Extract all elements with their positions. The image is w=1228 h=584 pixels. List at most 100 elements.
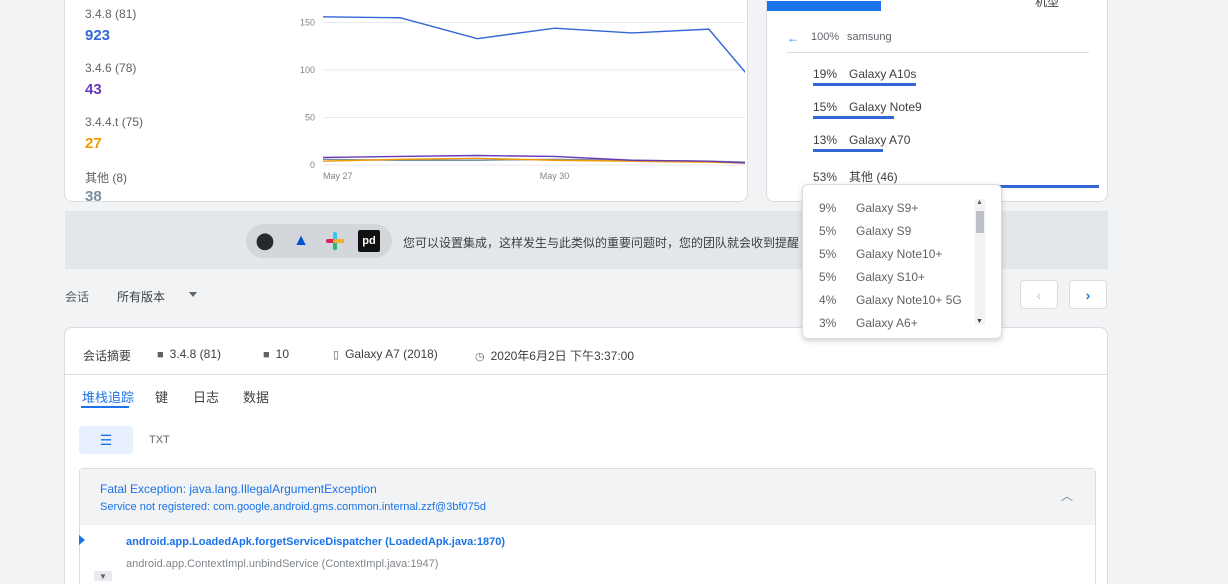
jira-icon[interactable]: ▲ xyxy=(290,230,312,252)
sessions-label: 会话 xyxy=(65,290,90,304)
session-time-value: 2020年6月2日 下午3:37:00 xyxy=(490,349,635,363)
scroll-up-icon[interactable]: ▲ xyxy=(976,199,983,206)
dropdown-item-share: 4% xyxy=(819,293,837,307)
devices-tab-indicator[interactable] xyxy=(767,1,881,11)
devices-tab-label[interactable]: 机型 xyxy=(1035,0,1059,10)
github-icon[interactable]: ⬤ xyxy=(254,230,276,252)
txt-view-button[interactable]: TXT xyxy=(149,434,170,446)
version-label: 3.4.6 (78) xyxy=(85,61,137,75)
dropdown-item[interactable]: 9% Galaxy S9+ xyxy=(819,201,918,215)
session-time: ◷ 2020年6月2日 下午3:37:00 xyxy=(475,347,634,364)
version-count: 38 xyxy=(85,188,102,205)
expand-frames-button[interactable]: ▼ xyxy=(94,571,112,581)
dropdown-scrollbar[interactable]: ▲ ▼ xyxy=(975,199,985,325)
y-tick-label: 150 xyxy=(300,18,315,28)
previous-session-button[interactable]: ‹ xyxy=(1020,280,1058,309)
y-tick-label: 50 xyxy=(305,113,315,123)
dropdown-item-share: 5% xyxy=(819,224,837,238)
device-name: Galaxy Note9 xyxy=(849,100,922,114)
scroll-down-icon[interactable]: ▼ xyxy=(976,318,983,325)
dropdown-item-name: Galaxy S10+ xyxy=(856,270,926,284)
other-devices-dropdown[interactable]: 9% Galaxy S9+ 5% Galaxy S9 5% Galaxy Note10… xyxy=(802,184,1002,339)
dropdown-item-name: Galaxy A6+ xyxy=(856,316,918,330)
y-tick-label: 100 xyxy=(300,65,315,75)
session-os: ■ 10 xyxy=(263,347,289,361)
tab-data[interactable]: 数据 xyxy=(243,387,269,406)
dropdown-item-share: 5% xyxy=(819,270,837,284)
dropdown-item[interactable]: 3% Galaxy A6+ xyxy=(819,316,918,330)
device-share: 53% xyxy=(813,170,838,184)
scrollbar-thumb[interactable] xyxy=(976,211,984,233)
tag-icon: ■ xyxy=(157,349,164,361)
x-tick-label: May 27 xyxy=(323,171,353,181)
pagerduty-icon[interactable]: pd xyxy=(358,230,380,252)
dropdown-item-share: 9% xyxy=(819,201,837,215)
device-row[interactable]: 53% 其他 (46) xyxy=(813,168,898,185)
dropdown-item[interactable]: 5% Galaxy S10+ xyxy=(819,270,925,284)
exception-message: Service not registered: com.google.andro… xyxy=(100,501,486,513)
chevron-down-icon: ▼ xyxy=(99,571,107,581)
stack-frame[interactable]: android.app.LoadedApk.forgetServiceDispa… xyxy=(126,536,505,548)
next-session-button[interactable]: › xyxy=(1069,280,1107,309)
dropdown-item-share: 3% xyxy=(819,316,837,330)
tab-keys[interactable]: 键 xyxy=(155,387,168,406)
session-device: ▯ Galaxy A7 (2018) xyxy=(333,347,438,361)
device-row[interactable]: 19% Galaxy A10s xyxy=(813,67,916,81)
session-card: 会话摘要 ■ 3.4.8 (81) ■ 10 ▯ Galaxy A7 (2018) ◷… xyxy=(64,327,1108,584)
dropdown-item-name: Galaxy S9 xyxy=(856,224,912,238)
brand-name: samsung xyxy=(847,31,892,43)
chevron-up-icon[interactable]: ︿ xyxy=(1061,487,1073,504)
list-icon: ☰ xyxy=(99,431,113,448)
device-name: Galaxy A70 xyxy=(849,133,911,147)
list-view-button[interactable]: ☰ xyxy=(79,426,133,454)
chevron-down-icon[interactable] xyxy=(189,292,197,297)
phone-icon: ▯ xyxy=(333,349,340,361)
version-count: 27 xyxy=(85,135,102,152)
y-tick-label: 0 xyxy=(310,160,315,170)
dropdown-item-name: Galaxy Note10+ xyxy=(856,247,943,261)
dropdown-item[interactable]: 5% Galaxy S9 xyxy=(819,224,911,238)
tab-underline xyxy=(81,406,129,408)
dropdown-item[interactable]: 5% Galaxy Note10+ xyxy=(819,247,942,261)
device-share-bar xyxy=(813,83,916,86)
dropdown-item-name: Galaxy Note10+ 5G xyxy=(856,293,962,307)
session-device-value: Galaxy A7 (2018) xyxy=(345,347,438,361)
exception-panel: Fatal Exception: java.lang.IllegalArgume… xyxy=(79,468,1096,584)
device-row[interactable]: 15% Galaxy Note9 xyxy=(813,100,922,114)
divider xyxy=(787,52,1089,53)
version-count: 43 xyxy=(85,81,102,98)
version-label: 3.4.4.t (75) xyxy=(85,115,144,129)
slack-icon[interactable] xyxy=(324,230,346,252)
dropdown-item-name: Galaxy S9+ xyxy=(856,201,919,215)
chevron-right-icon: › xyxy=(1085,286,1091,303)
tab-logs[interactable]: 日志 xyxy=(193,387,219,406)
integration-message: 您可以设置集成，这样发生与此类似的重要问题时，您的团队就会收到提醒 xyxy=(403,236,800,250)
version-label: 其他 (8) xyxy=(85,171,128,185)
frame-marker-icon xyxy=(79,535,85,545)
tab-stack-trace[interactable]: 堆栈追踪 xyxy=(82,387,134,406)
session-summary-title: 会话摘要 xyxy=(83,349,132,363)
device-share: 13% xyxy=(813,133,838,147)
exception-title: Fatal Exception: java.lang.IllegalArgume… xyxy=(100,482,377,496)
exception-header[interactable]: Fatal Exception: java.lang.IllegalArgume… xyxy=(80,469,1095,525)
session-version-value: 3.4.8 (81) xyxy=(169,347,222,361)
chevron-left-icon: ‹ xyxy=(1036,286,1042,303)
integration-icons: ⬤ ▲ pd xyxy=(246,224,392,258)
device-share: 19% xyxy=(813,67,838,81)
back-arrow-icon[interactable]: ← xyxy=(787,31,799,45)
dropdown-item-share: 5% xyxy=(819,247,837,261)
brand-share: 100% xyxy=(811,31,840,43)
device-name: 其他 (46) xyxy=(849,170,898,184)
series-line[interactable] xyxy=(322,16,745,121)
android-icon: ■ xyxy=(263,349,270,361)
dropdown-item[interactable]: 4% Galaxy Note10+ 5G xyxy=(819,293,962,307)
version-filter-select[interactable]: 所有版本 xyxy=(117,288,165,305)
device-row[interactable]: 13% Galaxy A70 xyxy=(813,133,910,147)
stack-frame[interactable]: android.app.ContextImpl.unbindService (C… xyxy=(126,558,438,570)
version-trend-chart: 050100150May 27May 30Jun 02 xyxy=(300,16,745,181)
session-os-value: 10 xyxy=(275,347,290,361)
device-share-bar xyxy=(813,116,894,119)
device-share-bar xyxy=(813,149,883,152)
clock-icon: ◷ xyxy=(475,351,485,363)
device-share: 15% xyxy=(813,100,838,114)
